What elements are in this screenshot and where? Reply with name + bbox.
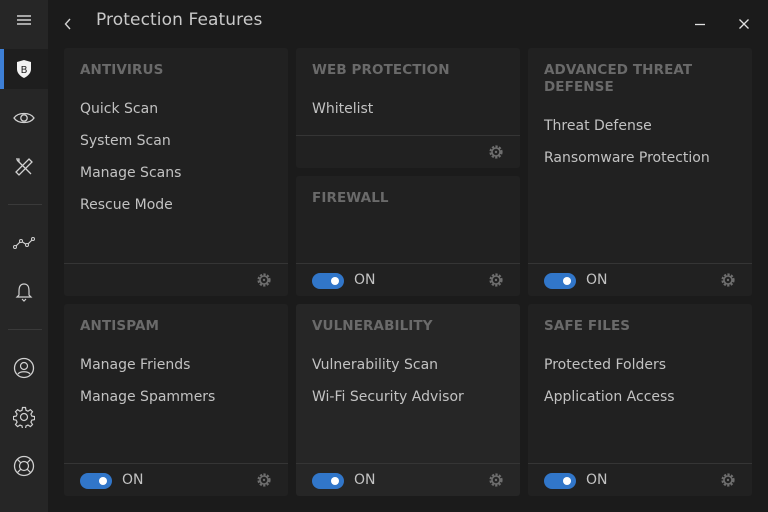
protected-folders-link[interactable]: Protected Folders xyxy=(544,356,675,388)
title-bar: Protection Features xyxy=(48,0,768,48)
manage-spammers-link[interactable]: Manage Spammers xyxy=(80,388,215,420)
application-access-link[interactable]: Application Access xyxy=(544,388,675,420)
antivirus-settings-gear-icon[interactable] xyxy=(256,272,272,288)
safe-files-toggle[interactable] xyxy=(544,473,576,489)
toggle-knob xyxy=(331,477,339,485)
web-protection-settings-gear-icon[interactable] xyxy=(488,144,504,160)
whitelist-link[interactable]: Whitelist xyxy=(312,100,373,132)
antispam-settings-gear-icon[interactable] xyxy=(256,472,272,488)
sidebar-item-notifications[interactable] xyxy=(0,272,48,312)
rescue-mode-link[interactable]: Rescue Mode xyxy=(80,196,181,228)
tools-icon xyxy=(15,158,33,176)
toggle-knob xyxy=(99,477,107,485)
lifebuoy-icon xyxy=(13,455,35,477)
toggle-state-label: ON xyxy=(122,472,144,488)
toggle-knob xyxy=(563,477,571,485)
eye-icon xyxy=(13,112,35,124)
shield-b-icon: B xyxy=(17,60,31,78)
advanced-threat-defense-settings-gear-icon[interactable] xyxy=(720,272,736,288)
minimize-button[interactable] xyxy=(688,14,712,34)
toggle-state-label: ON xyxy=(586,472,608,488)
ransomware-protection-link[interactable]: Ransomware Protection xyxy=(544,149,710,181)
safe-files-settings-gear-icon[interactable] xyxy=(720,472,736,488)
card-footer: ON xyxy=(296,263,520,296)
card-footer xyxy=(296,135,520,168)
minimize-icon xyxy=(695,23,705,26)
card-title: FIREWALL xyxy=(312,190,389,206)
card-web-protection: WEB PROTECTION Whitelist xyxy=(296,48,520,168)
card-title: ANTIVIRUS xyxy=(80,62,164,78)
sidebar-item-utilities[interactable] xyxy=(0,147,48,187)
antispam-toggle[interactable] xyxy=(80,473,112,489)
wifi-security-advisor-link[interactable]: Wi-Fi Security Advisor xyxy=(312,388,464,420)
close-button[interactable] xyxy=(732,14,756,34)
vulnerability-toggle[interactable] xyxy=(312,473,344,489)
card-footer: ON xyxy=(64,463,288,496)
card-firewall: FIREWALL ON xyxy=(296,176,520,296)
card-footer: ON xyxy=(528,463,752,496)
user-circle-icon xyxy=(13,357,35,379)
card-safe-files: SAFE FILES Protected Folders Application… xyxy=(528,304,752,496)
card-antispam: ANTISPAM Manage Friends Manage Spammers … xyxy=(64,304,288,496)
card-advanced-threat-defense: ADVANCED THREAT DEFENSE Threat Defense R… xyxy=(528,48,752,296)
threat-defense-link[interactable]: Threat Defense xyxy=(544,117,710,149)
card-footer xyxy=(64,263,288,296)
sidebar-item-support[interactable] xyxy=(0,446,48,486)
card-footer: ON xyxy=(296,463,520,496)
toggle-knob xyxy=(563,277,571,285)
sidebar-divider xyxy=(8,329,42,330)
firewall-settings-gear-icon[interactable] xyxy=(488,272,504,288)
manage-scans-link[interactable]: Manage Scans xyxy=(80,164,181,196)
sidebar-item-account[interactable] xyxy=(0,348,48,388)
vulnerability-settings-gear-icon[interactable] xyxy=(488,472,504,488)
bell-icon xyxy=(15,283,33,302)
hamburger-icon xyxy=(17,15,31,25)
sidebar-item-settings[interactable] xyxy=(0,397,48,437)
svg-text:B: B xyxy=(21,65,28,76)
card-vulnerability: VULNERABILITY Vulnerability Scan Wi-Fi S… xyxy=(296,304,520,496)
chevron-left-icon xyxy=(64,18,71,30)
sidebar-menu-button[interactable] xyxy=(0,0,48,40)
firewall-toggle[interactable] xyxy=(312,273,344,289)
toggle-state-label: ON xyxy=(354,472,376,488)
card-antivirus: ANTIVIRUS Quick Scan System Scan Manage … xyxy=(64,48,288,296)
activity-graph-icon xyxy=(13,237,35,249)
quick-scan-link[interactable]: Quick Scan xyxy=(80,100,181,132)
sidebar-divider xyxy=(8,204,42,205)
page-title: Protection Features xyxy=(96,10,263,30)
advanced-threat-defense-toggle[interactable] xyxy=(544,273,576,289)
back-button[interactable] xyxy=(60,14,76,34)
vulnerability-scan-link[interactable]: Vulnerability Scan xyxy=(312,356,464,388)
card-footer: ON xyxy=(528,263,752,296)
card-title: SAFE FILES xyxy=(544,318,631,334)
manage-friends-link[interactable]: Manage Friends xyxy=(80,356,215,388)
sidebar-item-activity[interactable] xyxy=(0,223,48,263)
sidebar: B xyxy=(0,0,48,512)
card-title: ADVANCED THREAT DEFENSE xyxy=(544,62,693,95)
close-icon xyxy=(739,19,749,29)
card-title: VULNERABILITY xyxy=(312,318,433,334)
card-title: ANTISPAM xyxy=(80,318,160,334)
system-scan-link[interactable]: System Scan xyxy=(80,132,181,164)
toggle-state-label: ON xyxy=(354,272,376,288)
toggle-state-label: ON xyxy=(586,272,608,288)
toggle-knob xyxy=(331,277,339,285)
sidebar-item-privacy[interactable] xyxy=(0,98,48,138)
gear-icon xyxy=(13,406,35,428)
sidebar-item-protection[interactable]: B xyxy=(0,49,48,89)
card-title: WEB PROTECTION xyxy=(312,62,450,78)
